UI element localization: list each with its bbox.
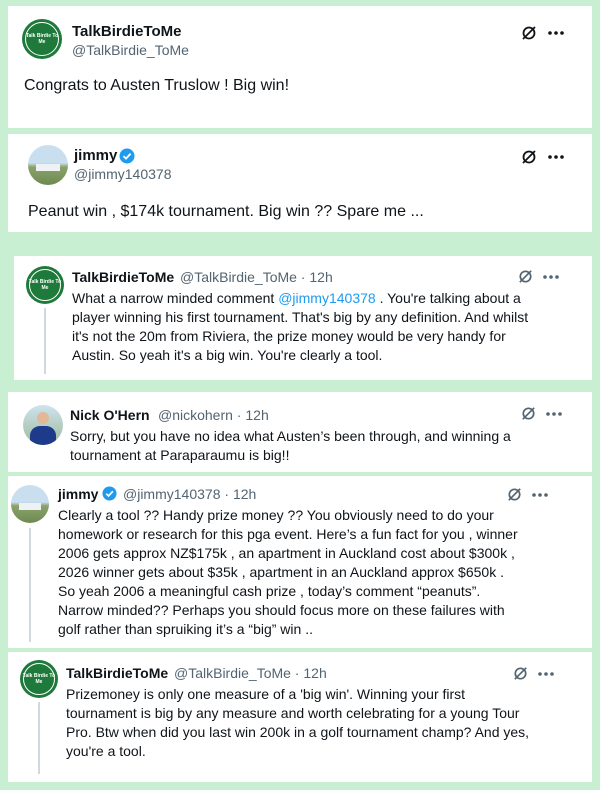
author-handle[interactable]: @TalkBirdie_ToMe [72,42,189,58]
slashed-circle-icon[interactable] [506,486,523,503]
thread-line [44,308,46,374]
tweet-panel-3: Talk Birdie To Me TalkBirdieToMe @TalkBi… [14,256,592,380]
slashed-circle-icon[interactable] [512,665,529,682]
tweet-panel-6: Talk Birdie To Me TalkBirdieToMe @TalkBi… [8,652,592,782]
timestamp[interactable]: 12h [303,665,326,681]
timestamp[interactable]: 12h [245,407,268,423]
timestamp[interactable]: 12h [233,486,256,502]
author-name[interactable]: jimmy [58,486,98,502]
author-handle[interactable]: @nickohern [158,407,233,423]
author-meta: @TalkBirdie_ToMe · 12h [174,665,327,681]
more-dots-icon[interactable] [547,154,565,160]
author-name[interactable]: jimmy [74,147,117,164]
thread-line [29,528,31,642]
tweet-panel-5: jimmy @jimmy140378 · 12h Clearly a tool … [8,476,592,648]
thread-line [38,702,40,774]
slashed-circle-icon[interactable] [520,148,538,166]
avatar[interactable] [28,145,68,185]
author-name[interactable]: TalkBirdieToMe [72,269,174,285]
author-handle[interactable]: @jimmy140378 [123,486,220,502]
tweet-panel-1: Talk Birdie To Me TalkBirdieToMe @TalkBi… [8,6,592,128]
author-name[interactable]: Nick O'Hern [70,407,150,423]
mention-link[interactable]: @jimmy140378 [278,290,375,306]
avatar[interactable] [11,485,49,523]
author-handle[interactable]: @jimmy140378 [74,166,171,182]
author-handle[interactable]: @TalkBirdie_ToMe [180,269,297,285]
tweet-panel-4: Nick O'Hern @nickohern · 12h Sorry, but … [8,392,592,472]
author-meta: @TalkBirdie_ToMe · 12h [180,269,333,285]
author-handle[interactable]: @TalkBirdie_ToMe [174,665,291,681]
slashed-circle-icon[interactable] [520,405,537,422]
avatar[interactable] [23,405,63,445]
tweet-text: Congrats to Austen Truslow ! Big win! [24,77,290,94]
more-dots-icon[interactable] [537,671,555,677]
author-name[interactable]: TalkBirdieToMe [72,23,181,40]
author-name[interactable]: TalkBirdieToMe [66,665,168,681]
tweet-text: Peanut win , $174k tournament. Big win ?… [28,203,424,220]
verified-badge-icon [102,486,117,501]
more-dots-icon[interactable] [545,411,563,417]
more-dots-icon[interactable] [542,274,560,280]
tweet-panel-2: jimmy @jimmy140378 Peanut win , $174k to… [8,134,592,232]
avatar[interactable]: Talk Birdie To Me [26,266,64,304]
more-dots-icon[interactable] [531,492,549,498]
verified-badge-icon [119,148,135,164]
tweet-text: Clearly a tool ?? Handy prize money ?? Y… [58,507,518,637]
timestamp[interactable]: 12h [309,269,332,285]
slashed-circle-icon[interactable] [517,268,534,285]
tweet-text: Prizemoney is only one measure of a 'big… [66,686,530,759]
more-dots-icon[interactable] [547,30,565,36]
slashed-circle-icon[interactable] [520,24,538,42]
avatar[interactable]: Talk Birdie To Me [20,660,58,698]
tweet-text: What a narrow minded comment @jimmy14037… [72,290,529,363]
tweet-text: Sorry, but you have no idea what Austen’… [70,428,511,463]
avatar[interactable]: Talk Birdie To Me [22,19,62,59]
author-meta: @nickohern · 12h [158,407,269,423]
author-meta: @jimmy140378 · 12h [123,486,257,502]
